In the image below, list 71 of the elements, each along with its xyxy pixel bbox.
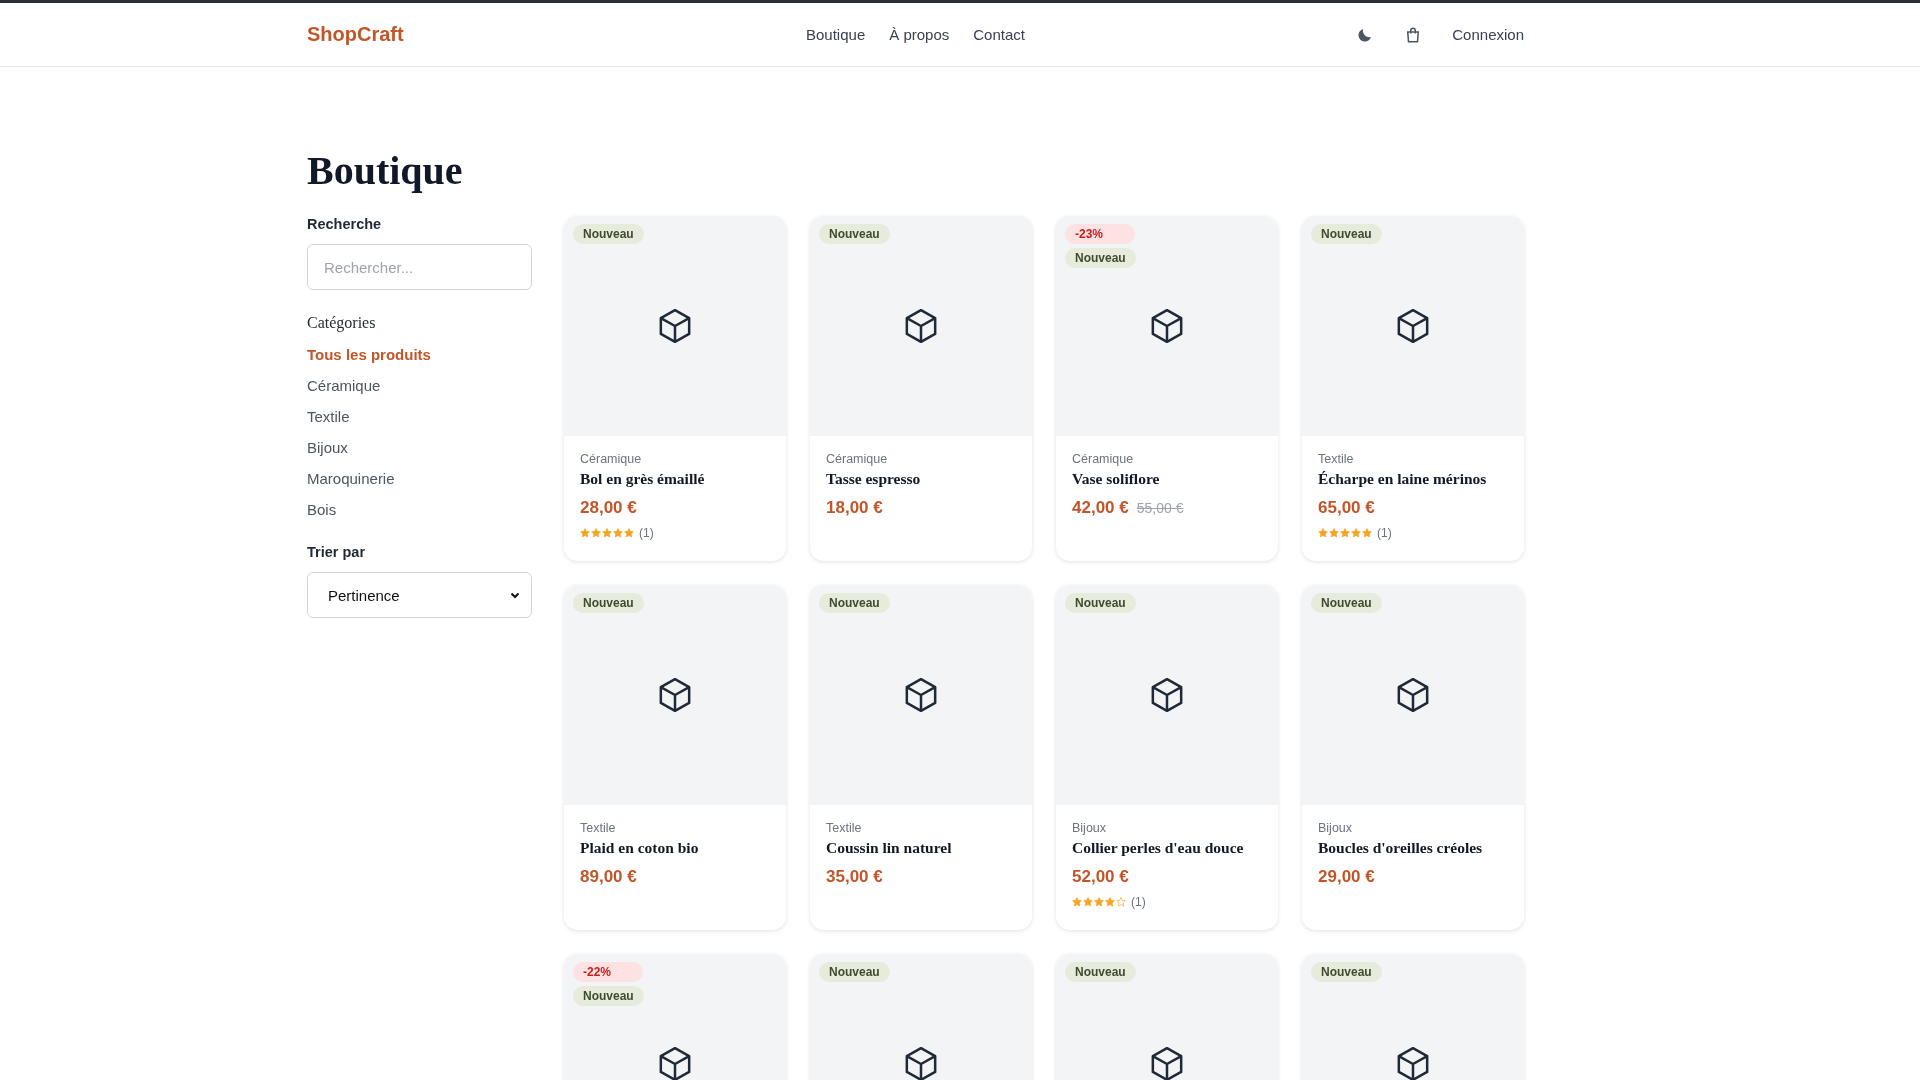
review-count: (1): [639, 526, 654, 540]
category-link[interactable]: Textile: [307, 408, 532, 425]
nav-link[interactable]: Contact: [973, 26, 1025, 43]
product-price: 42,00 €: [1072, 498, 1129, 518]
new-badge: Nouveau: [1311, 224, 1382, 244]
new-badge: Nouveau: [1065, 593, 1136, 613]
product-category: Céramique: [580, 452, 643, 466]
product-card[interactable]: Nouveau Textile Écharpe en laine mérinos 65,00 € (1): [1302, 216, 1524, 561]
product-card[interactable]: Nouveau Bijoux Boucles d'oreilles créoles 29,00 €: [1302, 585, 1524, 930]
product-card[interactable]: Nouveau Textile Plaid en coton bio 89,00 €: [564, 585, 786, 930]
product-card[interactable]: Nouveau: [810, 954, 1032, 1080]
new-badge: Nouveau: [1311, 962, 1382, 982]
product-card[interactable]: -23% Nouveau Céramique Vase soliflore 42,00 € 55,00 €: [1056, 216, 1278, 561]
sort-label: Trier par: [307, 544, 367, 560]
product-category: Bijoux: [1072, 821, 1108, 835]
discount-badge: -23%: [1065, 224, 1135, 244]
product-name: Bol en grès émaillé: [580, 470, 706, 488]
new-badge: Nouveau: [819, 593, 890, 613]
product-price: 35,00 €: [826, 867, 883, 887]
new-badge: Nouveau: [573, 593, 644, 613]
product-price: 29,00 €: [1318, 867, 1375, 887]
product-name: Plaid en coton bio: [580, 839, 700, 857]
product-name: Vase soliflore: [1072, 470, 1161, 488]
product-category: Céramique: [1072, 452, 1135, 466]
product-category: Textile: [580, 821, 617, 835]
product-card[interactable]: Nouveau: [1056, 954, 1278, 1080]
product-name: Écharpe en laine mérinos: [1318, 470, 1488, 488]
search-label: Recherche: [307, 216, 383, 232]
categories-heading: Catégories: [307, 314, 377, 332]
nav-link[interactable]: À propos: [889, 26, 950, 43]
product-price: 65,00 €: [1318, 498, 1375, 518]
new-badge: Nouveau: [819, 224, 890, 244]
product-card[interactable]: Nouveau Bijoux Collier perles d'eau douce 52,00 € (1): [1056, 585, 1278, 930]
category-link[interactable]: Bois: [307, 501, 532, 518]
product-price: 18,00 €: [826, 498, 883, 518]
nav-link[interactable]: Boutique: [806, 26, 866, 43]
product-category: Céramique: [826, 452, 889, 466]
sort-select[interactable]: Pertinence: [307, 572, 532, 618]
category-link[interactable]: Céramique: [307, 377, 532, 394]
product-price: 52,00 €: [1072, 867, 1129, 887]
product-card[interactable]: Nouveau Céramique Bol en grès émaillé 28,00 € (1): [564, 216, 786, 561]
search-field[interactable]: Rechercher...: [307, 244, 532, 290]
product-category: Textile: [1318, 452, 1355, 466]
discount-badge: -22%: [573, 962, 643, 982]
category-link[interactable]: Tous les produits: [307, 346, 532, 363]
category-link[interactable]: Bijoux: [307, 439, 532, 456]
review-count: (1): [1377, 526, 1392, 540]
product-category: Textile: [826, 821, 863, 835]
review-count: (1): [1131, 895, 1146, 909]
product-name: Tasse espresso: [826, 470, 922, 488]
new-badge: Nouveau: [819, 962, 890, 982]
product-card[interactable]: Nouveau Textile Coussin lin naturel 35,00 €: [810, 585, 1032, 930]
new-badge: Nouveau: [573, 986, 644, 1006]
new-badge: Nouveau: [1311, 593, 1382, 613]
product-name: Boucles d'oreilles créoles: [1318, 839, 1484, 857]
original-price: 55,00 €: [1136, 500, 1184, 516]
product-card[interactable]: Nouveau Céramique Tasse espresso 18,00 €: [810, 216, 1032, 561]
product-card[interactable]: Nouveau: [1302, 954, 1524, 1080]
new-badge: Nouveau: [1065, 962, 1136, 982]
page-title: Boutique: [307, 147, 464, 194]
product-name: Collier perles d'eau douce: [1072, 839, 1245, 857]
product-category: Bijoux: [1318, 821, 1354, 835]
product-price: 89,00 €: [580, 867, 637, 887]
product-name: Coussin lin naturel: [826, 839, 953, 857]
product-card[interactable]: -22% Nouveau: [564, 954, 786, 1080]
product-price: 28,00 €: [580, 498, 637, 518]
category-link[interactable]: Maroquinerie: [307, 470, 532, 487]
logo[interactable]: ShopCraft: [307, 23, 607, 46]
new-badge: Nouveau: [573, 224, 644, 244]
new-badge: Nouveau: [1065, 248, 1136, 268]
login-link[interactable]: Connexion: [1452, 26, 1524, 43]
